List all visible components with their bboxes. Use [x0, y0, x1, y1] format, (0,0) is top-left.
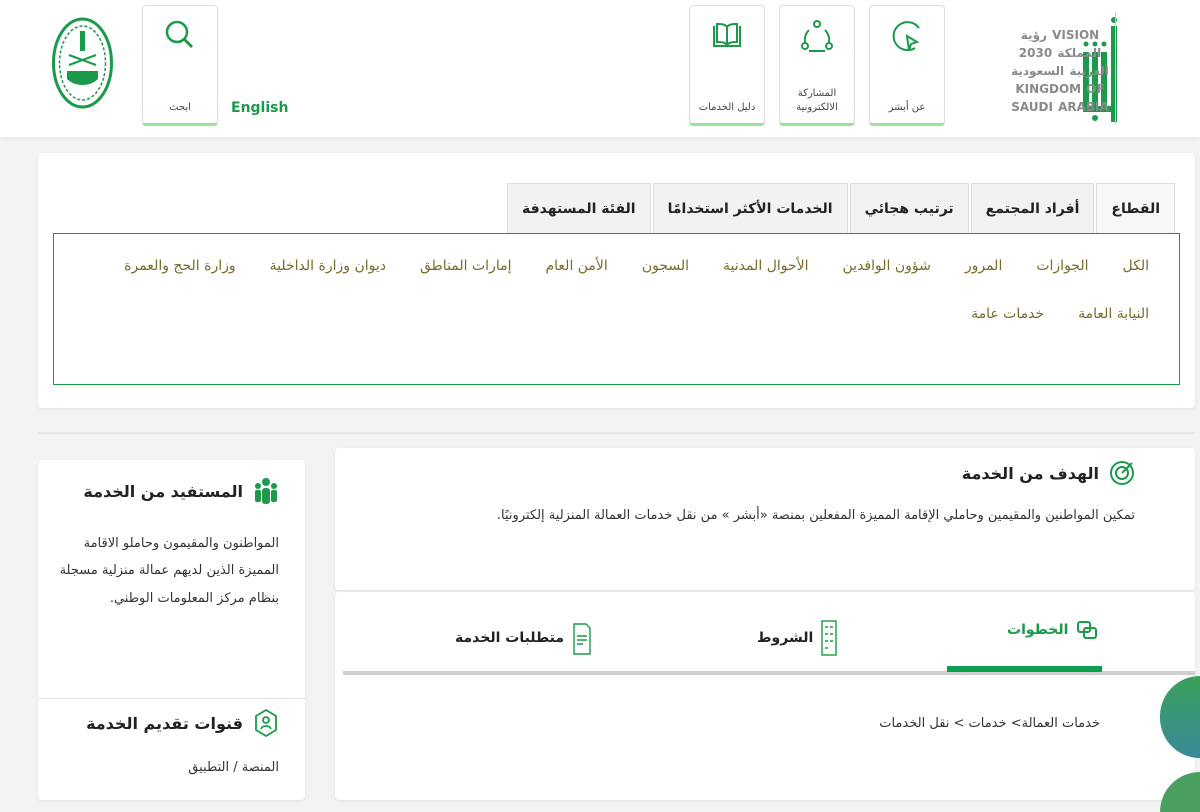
sector-tabs: القطاع أفراد المجتمع ترتيب هجائي الخدمات…	[507, 183, 1175, 233]
beneficiary-card: المستفيد من الخدمة المواطنون والمقيمون و…	[38, 460, 305, 800]
tab-conditions[interactable]: الشروط	[757, 620, 837, 656]
book-icon	[713, 22, 741, 47]
target-icon	[1110, 461, 1134, 485]
sector-item[interactable]: وزارة الحج والعمرة	[124, 258, 235, 274]
steps-path: خدمات العمالة> خدمات > نقل الخدمات	[879, 716, 1100, 731]
search-icon	[165, 20, 194, 49]
channels-icon	[255, 708, 277, 738]
sector-item[interactable]: الجوازات	[1036, 258, 1088, 274]
sector-item[interactable]: الأحوال المدنية	[723, 258, 809, 274]
tab-alphabetical[interactable]: ترتيب هجائي	[849, 183, 969, 233]
about-absher-button[interactable]: عن أبشر	[869, 5, 945, 126]
people-icon	[255, 478, 277, 504]
share-network-icon	[801, 20, 833, 52]
sector-panel: القطاع أفراد المجتمع ترتيب هجائي الخدمات…	[38, 153, 1195, 408]
steps-icon	[1077, 621, 1098, 639]
sector-list: الكل الجوازات المرور شؤون الوافدين الأحو…	[53, 233, 1180, 385]
tab-target-group[interactable]: الفئة المستهدفة	[507, 183, 651, 233]
sector-item[interactable]: ديوان وزارة الداخلية	[270, 258, 386, 274]
sector-item[interactable]: شؤون الوافدين	[843, 258, 931, 274]
sector-item[interactable]: خدمات عامة	[971, 306, 1044, 322]
divider	[38, 432, 1195, 434]
document-icon	[573, 623, 591, 655]
tab-steps[interactable]: الخطوات	[1007, 620, 1098, 640]
ministry-emblem	[51, 17, 114, 109]
sector-item[interactable]: المرور	[965, 258, 1003, 274]
service-details-card: الخطوات الشروط متطلبات الخدمة خدمات العم…	[335, 592, 1200, 812]
chat-help-icon[interactable]	[1160, 772, 1200, 812]
header: رؤية VISION 2030 المملكة العربية السعودي…	[0, 0, 1200, 137]
sector-item[interactable]: السجون	[642, 258, 689, 274]
tab-community[interactable]: أفراد المجتمع	[970, 183, 1095, 233]
sector-item[interactable]: الأمن العام	[545, 258, 607, 274]
play-circle-icon	[892, 21, 920, 52]
language-switch[interactable]: English	[231, 100, 288, 116]
tab-most-used[interactable]: الخدمات الأكثر استخدامًا	[652, 183, 848, 233]
sector-item[interactable]: إمارات المناطق	[420, 258, 512, 274]
active-tab-indicator	[947, 666, 1102, 672]
service-goal-card: الهدف من الخدمة تمكين المواطنين والمقيمي…	[335, 448, 1195, 590]
sector-item[interactable]: الكل	[1123, 258, 1150, 274]
tab-requirements[interactable]: متطلبات الخدمة	[455, 620, 592, 656]
services-guide-button[interactable]: دليل الخدمات	[689, 5, 765, 126]
checklist-icon	[821, 620, 837, 656]
sector-item[interactable]: النيابة العامة	[1078, 306, 1149, 322]
tab-sector[interactable]: القطاع	[1096, 183, 1175, 233]
vision-2030-logo: رؤية VISION 2030 المملكة العربية السعودي…	[1011, 28, 1109, 114]
support-agent-icon[interactable]	[1160, 676, 1200, 758]
e-participation-button[interactable]: المشاركة الالكترونية	[779, 5, 855, 126]
search-button[interactable]: ابحث	[142, 5, 218, 126]
